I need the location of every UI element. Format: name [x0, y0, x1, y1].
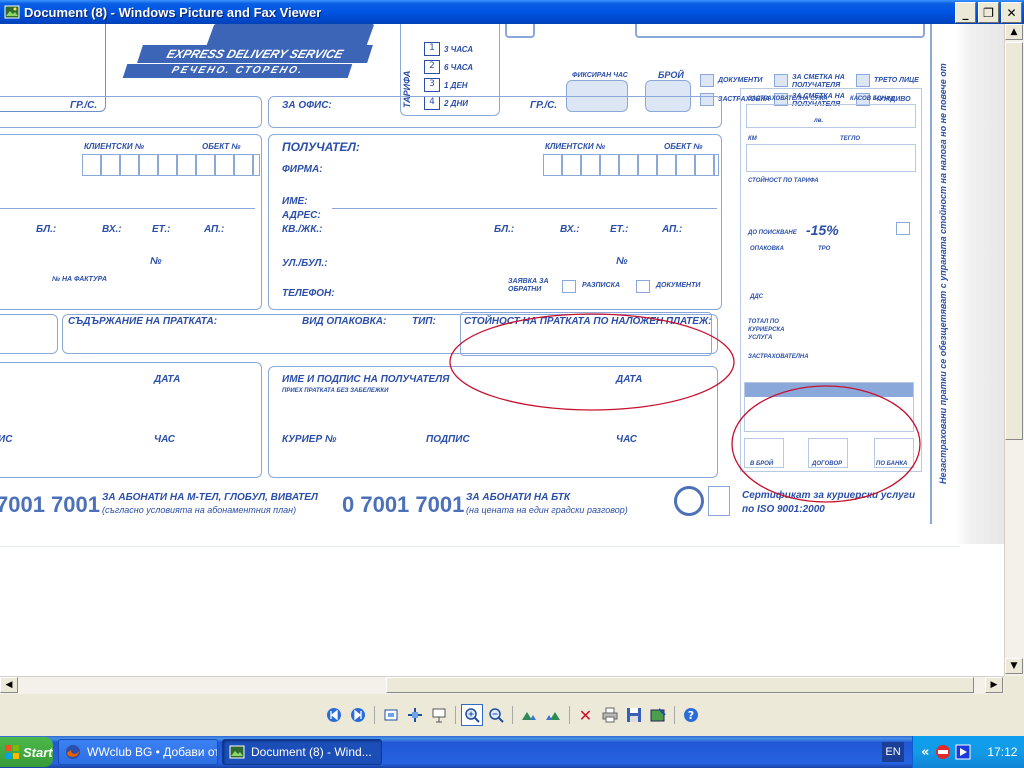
minimize-icon: _: [962, 5, 969, 20]
zoom-in-icon: [464, 708, 480, 723]
delete-button[interactable]: ✕: [575, 704, 597, 726]
vertical-scrollbar[interactable]: ▲ ▼: [1004, 24, 1024, 676]
previous-image-icon: [326, 708, 341, 722]
system-tray: « 17:12: [912, 736, 1024, 768]
open-for-editing-button[interactable]: [647, 704, 669, 726]
arrow-down-icon: ▼: [1010, 661, 1018, 671]
scroll-left-button[interactable]: ◀: [0, 677, 18, 693]
slideshow-button[interactable]: [428, 704, 450, 726]
svg-text:?: ?: [687, 709, 693, 722]
actual-size-icon: [407, 708, 422, 722]
delete-icon: ✕: [578, 705, 593, 725]
media-player-tray-icon[interactable]: [955, 744, 971, 760]
zoom-in-button[interactable]: [460, 704, 483, 726]
horizontal-scrollbar[interactable]: ◀ ▶: [0, 676, 1004, 694]
start-label: Start: [23, 744, 53, 760]
zoom-out-icon: [488, 708, 504, 723]
arrow-left-icon: ◀: [5, 680, 13, 690]
next-image-button[interactable]: [347, 704, 369, 726]
minimize-button[interactable]: _: [955, 2, 976, 23]
print-button[interactable]: [599, 704, 621, 726]
rotate-clockwise-icon: [521, 712, 536, 720]
arrow-right-icon: ▶: [990, 680, 998, 690]
save-button[interactable]: [623, 704, 645, 726]
taskbar-item-picture-viewer[interactable]: Document (8) - Wind...: [222, 739, 382, 765]
save-icon: [626, 708, 641, 722]
actual-size-button[interactable]: [404, 704, 426, 726]
rotate-counterclockwise-button[interactable]: [542, 704, 564, 726]
payment-highlight-ellipse: [731, 385, 921, 503]
close-button[interactable]: ✕: [1001, 2, 1022, 23]
language-indicator[interactable]: EN: [882, 742, 904, 762]
cod-highlight-ellipse: [449, 313, 735, 411]
restore-button[interactable]: ❐: [978, 2, 999, 23]
picture-viewer-task-icon: [229, 745, 245, 759]
help-icon: ?: [683, 708, 698, 722]
antivirus-tray-icon[interactable]: [935, 744, 951, 760]
previous-image-button[interactable]: [323, 704, 345, 726]
restore-icon: ❐: [983, 5, 994, 20]
scroll-up-button[interactable]: ▲: [1005, 24, 1023, 40]
firefox-icon: [66, 745, 80, 759]
help-button[interactable]: ?: [680, 704, 702, 726]
show-hidden-icons-button[interactable]: «: [921, 745, 929, 760]
best-fit-button[interactable]: [380, 704, 402, 726]
arrow-up-icon: ▲: [1010, 27, 1018, 37]
image-viewport[interactable]: EXPRESS DELIVERY SERVICE РЕЧЕНО. СТОРЕНО…: [0, 24, 1004, 676]
red-annotation-circles: [449, 313, 921, 503]
next-image-icon: [350, 708, 365, 722]
start-button[interactable]: Start: [0, 737, 53, 767]
viewer-toolbar: ✕ ?: [0, 694, 1024, 736]
scroll-down-button[interactable]: ▼: [1005, 658, 1023, 674]
slideshow-icon: [432, 708, 445, 723]
vertical-scroll-thumb[interactable]: [1005, 42, 1023, 440]
taskbar-item-browser[interactable]: WWclub BG • Добави от...: [58, 739, 218, 765]
title-bar: Document (8) - Windows Picture and Fax V…: [0, 0, 1024, 24]
clock[interactable]: 17:12: [987, 745, 1017, 759]
window-title: Document (8) - Windows Picture and Fax V…: [24, 4, 322, 20]
picture-viewer-icon: [4, 5, 20, 19]
edit-image-icon: [650, 708, 666, 722]
scrollbar-corner: [1004, 676, 1024, 694]
close-icon: ✕: [1006, 5, 1017, 20]
best-fit-icon: [384, 709, 397, 721]
rotate-clockwise-button[interactable]: [518, 704, 540, 726]
scanned-document: EXPRESS DELIVERY SERVICE РЕЧЕНО. СТОРЕНО…: [0, 24, 1004, 676]
windows-logo-icon: [5, 745, 19, 759]
taskbar: Start WWclub BG • Добави от... Document …: [0, 736, 1024, 768]
rotate-counterclockwise-icon: [545, 712, 560, 720]
horizontal-scroll-thumb[interactable]: [386, 677, 974, 693]
scroll-right-button[interactable]: ▶: [985, 677, 1003, 693]
zoom-out-button[interactable]: [485, 704, 507, 726]
print-icon: [602, 707, 617, 723]
